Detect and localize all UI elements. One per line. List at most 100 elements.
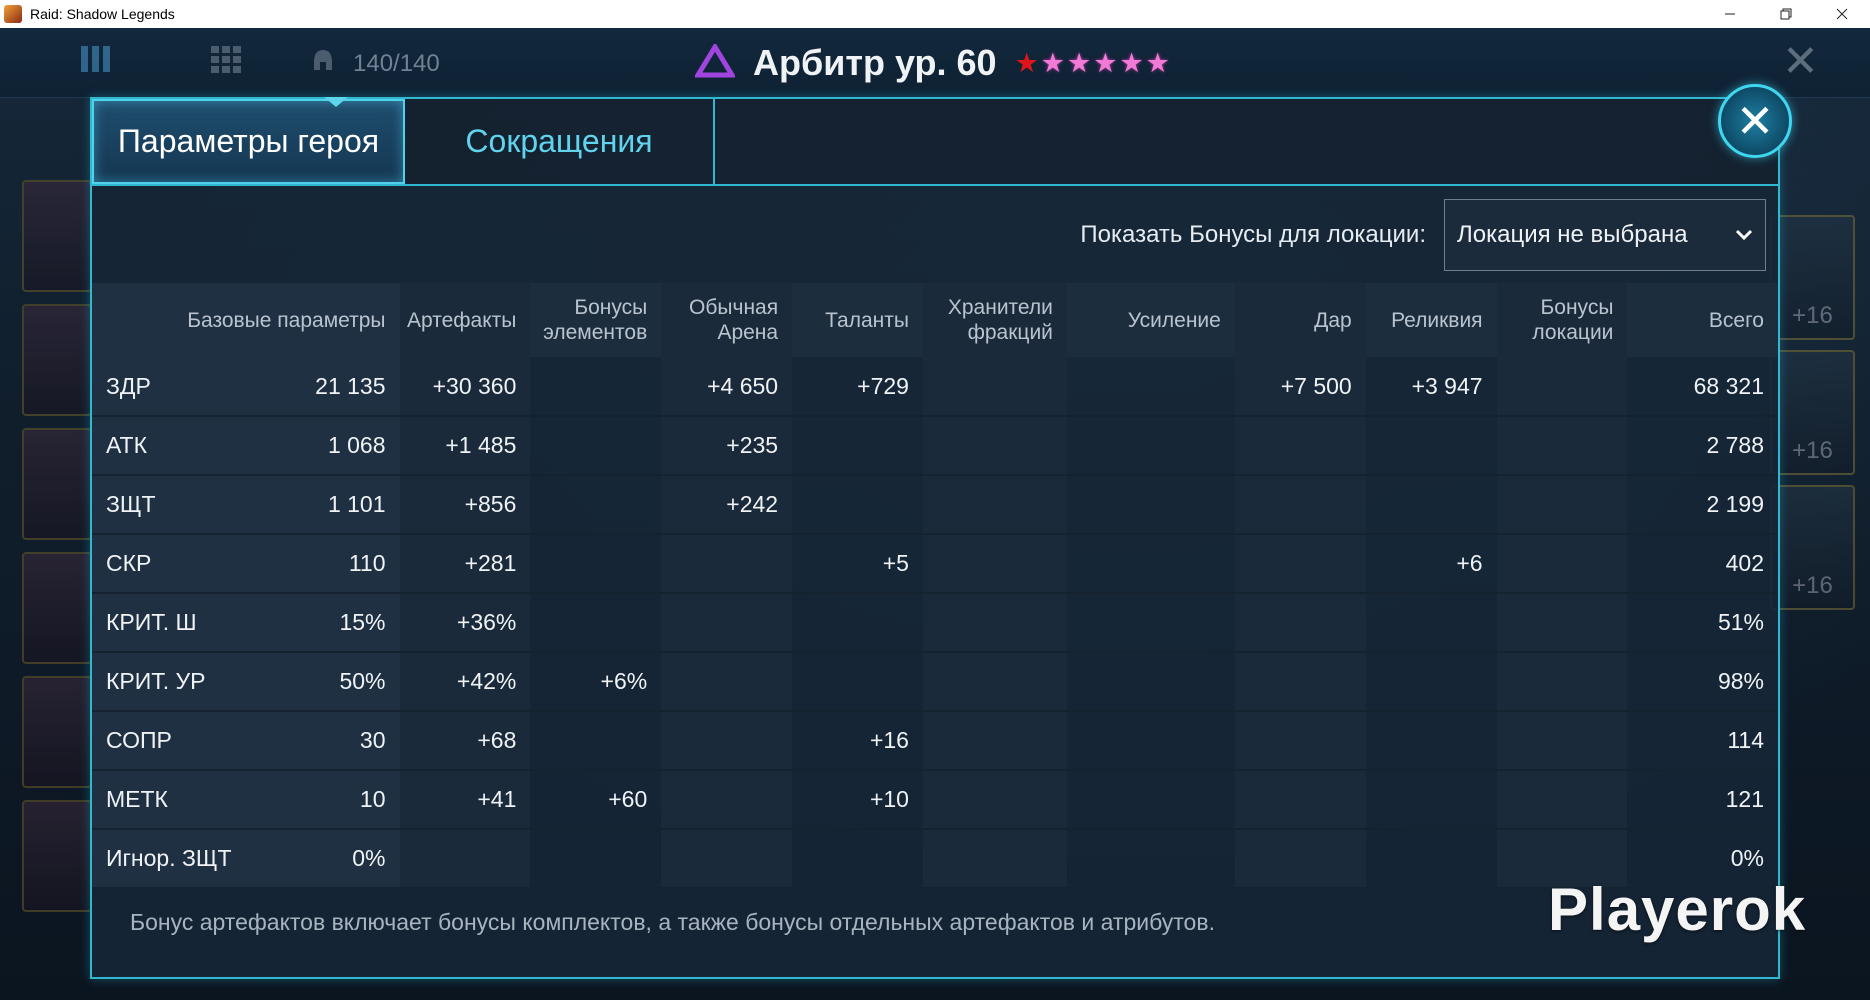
- stat-boost-cell: [1066, 357, 1235, 417]
- stat-base-cell: 50%: [268, 652, 400, 712]
- stat-name: ЗЩТ: [92, 475, 269, 535]
- stat-arena-cell: +4 650: [661, 357, 793, 417]
- stat-total-cell: 98%: [1627, 652, 1778, 712]
- table-row: Игнор. ЗЩТ 0% 0%: [92, 829, 1778, 889]
- artifact-slot[interactable]: +16: [1770, 215, 1855, 340]
- table-row: МЕТК 10 +41 +60 +10 121: [92, 770, 1778, 830]
- stat-gift-cell: [1234, 829, 1366, 889]
- window-titlebar: Raid: Shadow Legends: [0, 0, 1870, 28]
- stat-arena-cell: [661, 770, 793, 830]
- location-dropdown[interactable]: Локация не выбрана: [1444, 199, 1766, 271]
- stat-elements-cell: [530, 357, 662, 417]
- stat-talents-cell: [792, 416, 923, 476]
- hero-card[interactable]: [22, 800, 92, 912]
- stat-location-cell: [1496, 711, 1628, 771]
- minimize-icon[interactable]: [1702, 0, 1758, 28]
- stat-talents-cell: [792, 475, 923, 535]
- artifact-slot[interactable]: +16: [1770, 485, 1855, 610]
- location-filter-row: Показать Бонусы для локации: Локация не …: [92, 187, 1778, 283]
- hero-card[interactable]: [22, 428, 92, 540]
- star-icon: ★: [1145, 47, 1170, 78]
- stat-elements-cell: +6%: [530, 652, 662, 712]
- stat-artifacts-cell: +42%: [399, 652, 531, 712]
- artifact-slot[interactable]: +16: [1770, 350, 1855, 475]
- stat-location-cell: [1496, 652, 1628, 712]
- stat-base-cell: 110: [268, 534, 400, 594]
- column-header: Базовые параметры: [92, 283, 400, 357]
- stat-relic-cell: +6: [1365, 534, 1497, 594]
- chevron-down-icon: [1723, 228, 1765, 242]
- stat-gift-cell: [1234, 534, 1366, 594]
- tab-abbreviations[interactable]: Сокращения: [405, 99, 715, 184]
- stat-base-cell: 1 068: [268, 416, 400, 476]
- star-icon: ★: [1093, 47, 1118, 78]
- stat-total-cell: 114: [1627, 711, 1778, 771]
- artifact-level: +16: [1792, 302, 1833, 329]
- stat-keepers-cell: [922, 652, 1067, 712]
- stat-gift-cell: [1234, 711, 1366, 771]
- stat-relic-cell: [1365, 829, 1497, 889]
- stat-elements-cell: [530, 593, 662, 653]
- location-selected-value: Локация не выбрана: [1457, 221, 1688, 248]
- stat-keepers-cell: [922, 416, 1067, 476]
- artifact-slot-strip: +16 +16 +16: [1770, 215, 1855, 620]
- list-view-icon[interactable]: [80, 44, 112, 79]
- artifact-level: +16: [1792, 572, 1833, 599]
- stat-arena-cell: +242: [661, 475, 793, 535]
- stat-name: МЕТК: [92, 770, 269, 830]
- close-window-icon[interactable]: [1814, 0, 1870, 28]
- stat-elements-cell: [530, 475, 662, 535]
- stat-artifacts-cell: +30 360: [399, 357, 531, 417]
- star-icon: ★: [1119, 47, 1144, 78]
- stat-gift-cell: [1234, 770, 1366, 830]
- stat-talents-cell: +10: [792, 770, 923, 830]
- watermark-logo: Playerok: [1548, 876, 1807, 943]
- stat-arena-cell: [661, 711, 793, 771]
- column-header: Усиление: [1066, 283, 1235, 357]
- hero-header: Арбитр ур. 60 ★ ★ ★ ★ ★ ★: [693, 40, 1170, 86]
- stat-relic-cell: [1365, 770, 1497, 830]
- column-header: Дар: [1234, 283, 1366, 357]
- stat-total-cell: 402: [1627, 534, 1778, 594]
- stat-name: Игнор. ЗЩТ: [92, 829, 269, 889]
- stat-location-cell: [1496, 475, 1628, 535]
- column-header: Артефакты: [399, 283, 531, 357]
- stat-gift-cell: [1234, 475, 1366, 535]
- grid-view-icon[interactable]: [210, 44, 242, 79]
- stat-keepers-cell: [922, 829, 1067, 889]
- top-close-icon[interactable]: ✕: [1782, 36, 1819, 87]
- stat-total-cell: 2 788: [1627, 416, 1778, 476]
- close-dialog-button[interactable]: ✕: [1718, 84, 1792, 158]
- table-row: ЗЩТ 1 101 +856 +242 2 199: [92, 475, 1778, 535]
- stat-talents-cell: +729: [792, 357, 923, 417]
- stat-boost-cell: [1066, 593, 1235, 653]
- artifacts-footnote: Бонус артефактов включает бонусы комплек…: [130, 909, 1215, 935]
- stat-talents-cell: +5: [792, 534, 923, 594]
- stat-location-cell: [1496, 593, 1628, 653]
- stat-boost-cell: [1066, 652, 1235, 712]
- column-header: Хранители фракций: [922, 283, 1067, 357]
- stat-artifacts-cell: [399, 829, 531, 889]
- stat-arena-cell: [661, 593, 793, 653]
- hero-card[interactable]: [22, 552, 92, 664]
- window-controls: [1702, 0, 1870, 28]
- stat-artifacts-cell: +41: [399, 770, 531, 830]
- stat-gift-cell: [1234, 652, 1366, 712]
- column-header: Обычная Арена: [661, 283, 793, 357]
- hero-card[interactable]: [22, 676, 92, 788]
- stat-name: АТК: [92, 416, 269, 476]
- rarity-triangle-icon: [693, 41, 737, 83]
- helmet-icon: [312, 48, 334, 77]
- hero-card[interactable]: [22, 304, 92, 416]
- column-header: Реликвия: [1365, 283, 1497, 357]
- column-header: Таланты: [792, 283, 923, 357]
- stat-keepers-cell: [922, 770, 1067, 830]
- tab-hero-parameters[interactable]: Параметры героя: [92, 99, 405, 184]
- restore-icon[interactable]: [1758, 0, 1814, 28]
- stat-name: СОПР: [92, 711, 269, 771]
- stat-total-cell: 121: [1627, 770, 1778, 830]
- star-icon: ★: [1014, 47, 1039, 78]
- dialog-tabs: Параметры героя Сокращения: [92, 99, 1778, 186]
- stat-boost-cell: [1066, 475, 1235, 535]
- hero-card[interactable]: [22, 180, 92, 292]
